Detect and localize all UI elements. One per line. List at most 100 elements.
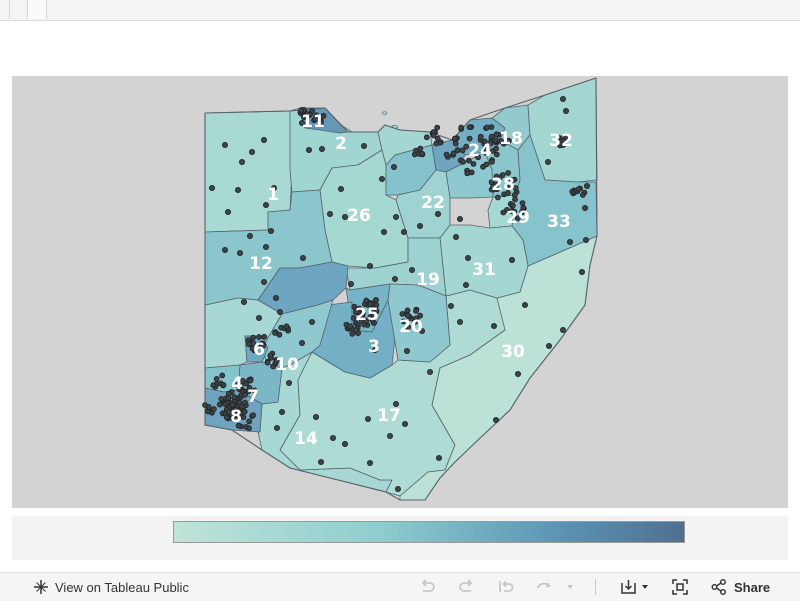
location-dot[interactable]: [255, 314, 262, 321]
location-dot[interactable]: [545, 158, 552, 165]
location-dot[interactable]: [260, 136, 267, 143]
location-dot[interactable]: [224, 208, 231, 215]
location-dot[interactable]: [218, 395, 225, 402]
refresh-button[interactable]: [535, 573, 553, 601]
location-dot[interactable]: [430, 132, 437, 139]
location-dot[interactable]: [392, 213, 399, 220]
ohio-district-map[interactable]: 1234678101112141718192022242526282930313…: [12, 76, 788, 508]
location-dot[interactable]: [210, 382, 217, 389]
location-dot[interactable]: [261, 333, 268, 340]
undo-button[interactable]: [418, 573, 436, 601]
location-dot[interactable]: [512, 196, 518, 203]
location-dot[interactable]: [248, 148, 255, 155]
location-dot[interactable]: [390, 163, 397, 170]
location-dot[interactable]: [458, 124, 465, 131]
location-dot[interactable]: [579, 191, 586, 198]
location-dot[interactable]: [477, 133, 484, 140]
location-dot[interactable]: [298, 339, 305, 346]
location-dot[interactable]: [417, 145, 424, 152]
location-dot[interactable]: [403, 347, 410, 354]
location-dot[interactable]: [221, 246, 228, 253]
location-dot[interactable]: [234, 186, 241, 193]
location-dot[interactable]: [447, 302, 454, 309]
location-dot[interactable]: [464, 170, 471, 177]
view-on-tableau-public-button[interactable]: View on Tableau Public: [32, 573, 189, 601]
tab-stub[interactable]: [27, 0, 47, 19]
location-dot[interactable]: [456, 318, 463, 325]
location-dot[interactable]: [391, 275, 398, 282]
location-dot[interactable]: [508, 256, 515, 263]
location-dot[interactable]: [246, 425, 253, 432]
location-dot[interactable]: [341, 440, 348, 447]
location-dot[interactable]: [216, 401, 223, 408]
location-dot[interactable]: [241, 408, 248, 415]
location-dot[interactable]: [584, 182, 591, 189]
location-dot[interactable]: [408, 266, 415, 273]
location-dot[interactable]: [276, 331, 283, 338]
location-dot[interactable]: [378, 175, 385, 182]
location-dot[interactable]: [210, 406, 217, 413]
location-dot[interactable]: [404, 307, 411, 314]
location-dot[interactable]: [283, 323, 290, 330]
location-dot[interactable]: [225, 395, 232, 402]
location-dot[interactable]: [208, 184, 215, 191]
location-dot[interactable]: [317, 458, 324, 465]
location-dot[interactable]: [380, 228, 387, 235]
location-dot[interactable]: [366, 459, 373, 466]
location-dot[interactable]: [450, 150, 457, 157]
location-dot[interactable]: [360, 142, 367, 149]
location-dot[interactable]: [413, 307, 419, 314]
location-dot[interactable]: [515, 370, 522, 377]
location-dot[interactable]: [236, 399, 243, 406]
location-dot[interactable]: [347, 280, 354, 287]
refresh-dropdown[interactable]: [565, 573, 575, 601]
location-dot[interactable]: [250, 412, 257, 419]
redo-button[interactable]: [458, 573, 476, 601]
location-dot[interactable]: [221, 141, 228, 148]
location-dot[interactable]: [452, 233, 459, 240]
location-dot[interactable]: [386, 432, 393, 439]
location-dot[interactable]: [202, 402, 208, 409]
location-dot[interactable]: [231, 394, 238, 401]
location-dot[interactable]: [256, 334, 262, 340]
location-dot[interactable]: [433, 140, 440, 147]
location-dot[interactable]: [464, 254, 471, 261]
location-dot[interactable]: [579, 268, 586, 275]
location-dot[interactable]: [347, 323, 354, 330]
location-dot[interactable]: [490, 322, 497, 329]
location-dot[interactable]: [460, 158, 467, 165]
location-dot[interactable]: [443, 151, 450, 158]
location-dot[interactable]: [435, 454, 442, 461]
location-dot[interactable]: [494, 194, 501, 201]
revert-button[interactable]: [497, 573, 515, 601]
location-dot[interactable]: [563, 108, 570, 115]
location-dot[interactable]: [352, 327, 359, 334]
fullscreen-button[interactable]: [671, 573, 689, 601]
location-dot[interactable]: [238, 158, 245, 165]
location-dot[interactable]: [246, 232, 253, 239]
location-dot[interactable]: [318, 145, 325, 152]
location-dot[interactable]: [567, 238, 574, 245]
location-dot[interactable]: [560, 326, 567, 333]
location-dot[interactable]: [267, 227, 274, 234]
location-dot[interactable]: [493, 145, 500, 152]
location-dot[interactable]: [260, 278, 267, 285]
location-dot[interactable]: [240, 298, 247, 305]
location-dot[interactable]: [364, 415, 371, 422]
location-dot[interactable]: [264, 359, 271, 366]
location-dot[interactable]: [400, 228, 407, 235]
location-dot[interactable]: [372, 296, 379, 303]
location-dot[interactable]: [247, 377, 254, 384]
location-dot[interactable]: [219, 372, 226, 379]
location-dot[interactable]: [583, 236, 590, 243]
location-dot[interactable]: [401, 420, 408, 427]
location-dot[interactable]: [246, 341, 252, 348]
tab-stub[interactable]: [0, 0, 10, 19]
location-dot[interactable]: [416, 222, 423, 229]
location-dot[interactable]: [220, 381, 227, 388]
location-dot[interactable]: [312, 413, 319, 420]
location-dot[interactable]: [426, 368, 433, 375]
location-dot[interactable]: [492, 416, 499, 423]
location-dot[interactable]: [223, 414, 230, 421]
location-dot[interactable]: [246, 418, 253, 425]
